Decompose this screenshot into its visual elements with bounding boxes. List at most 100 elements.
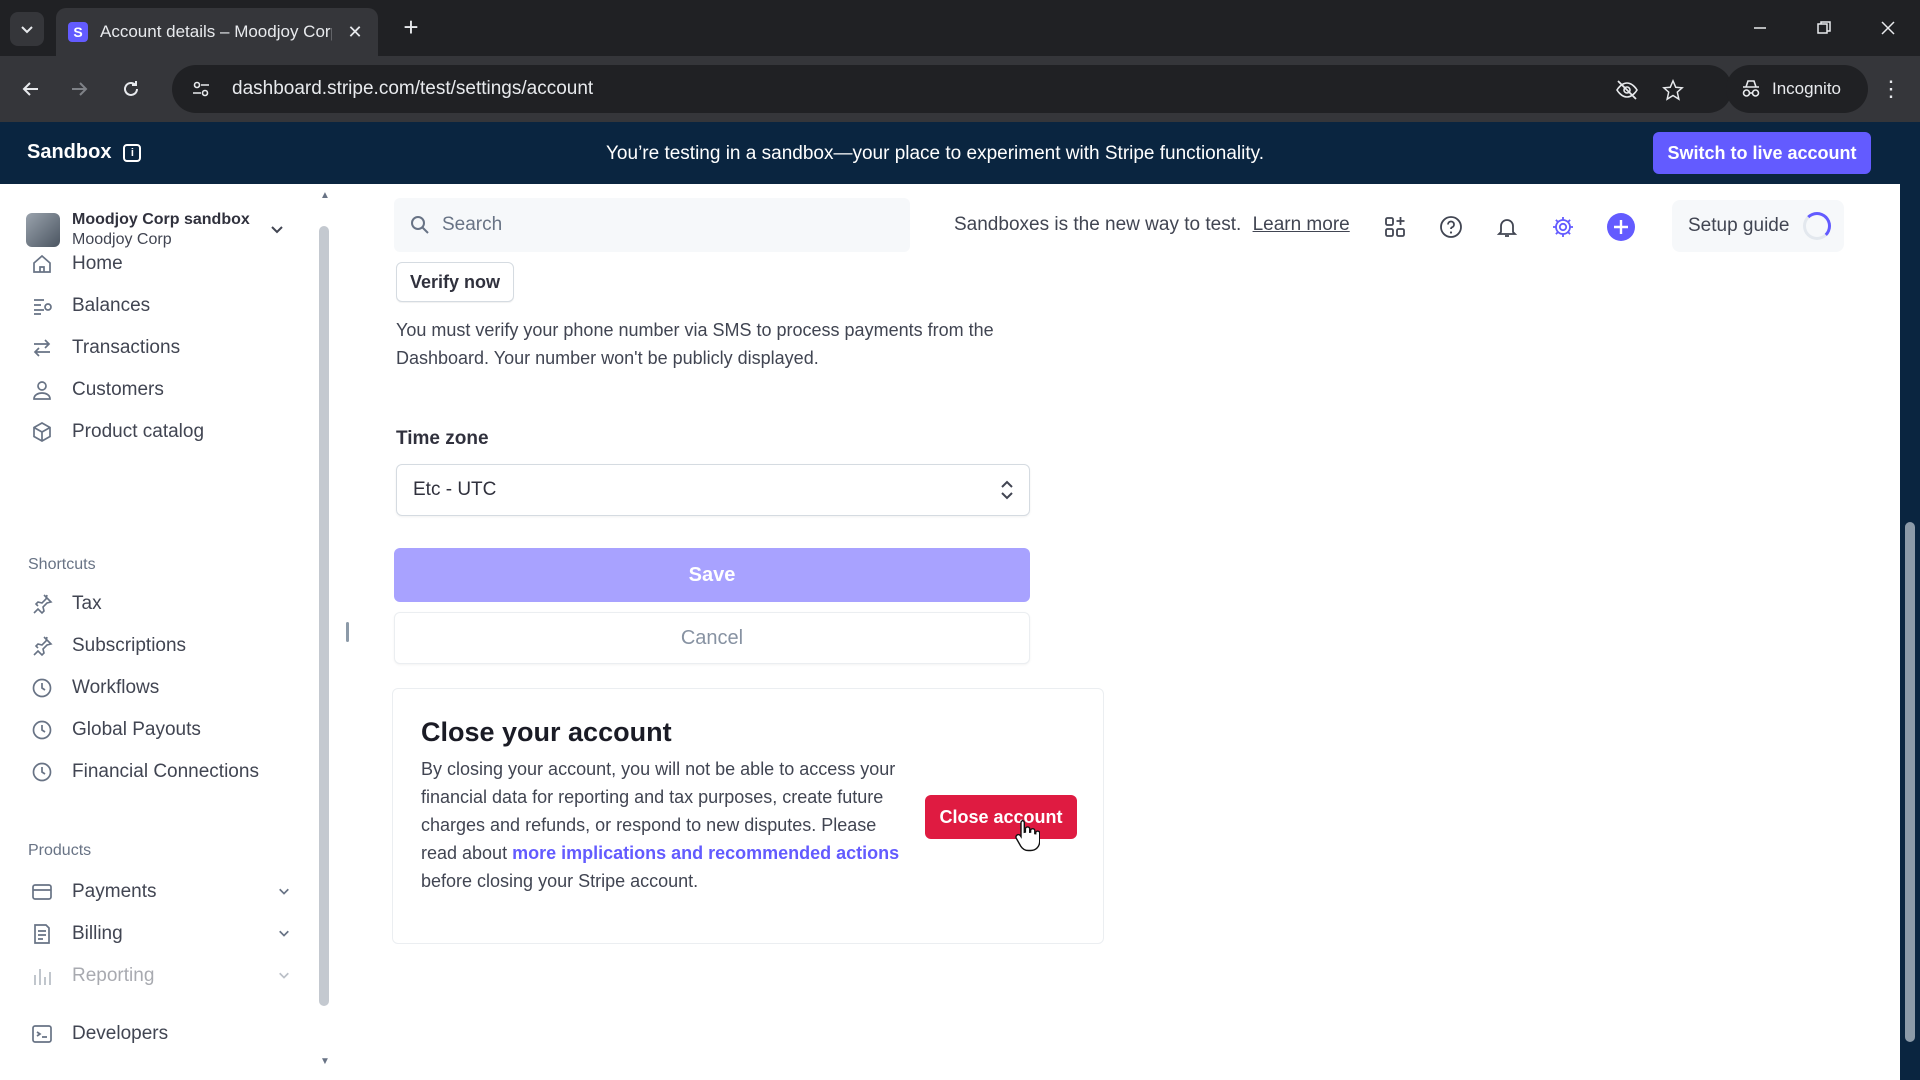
- products-heading: Products: [28, 842, 92, 859]
- sidebar-item-customers[interactable]: Customers: [30, 372, 290, 408]
- sidebar-item-transactions[interactable]: Transactions: [30, 330, 290, 366]
- bell-icon[interactable]: [1492, 212, 1522, 242]
- reload-icon[interactable]: [114, 72, 148, 106]
- info-icon[interactable]: i: [123, 143, 142, 162]
- sidebar-item-balances[interactable]: Balances: [30, 288, 290, 324]
- terminal-icon: [30, 1022, 54, 1046]
- sidebar-scroll-up-icon[interactable]: ▲: [320, 190, 330, 201]
- address-bar[interactable]: dashboard.stripe.com/test/settings/accou…: [172, 65, 1732, 113]
- verify-now-button[interactable]: Verify now: [396, 262, 514, 302]
- page-scrollbar[interactable]: [1900, 122, 1920, 1080]
- site-info-icon[interactable]: [188, 76, 214, 102]
- apps-add-icon[interactable]: [1380, 212, 1410, 242]
- clock-icon: [30, 718, 54, 742]
- sidebar-item-workflows[interactable]: Workflows: [30, 670, 290, 706]
- incognito-label: Incognito: [1772, 79, 1841, 98]
- window-close-icon[interactable]: [1868, 10, 1908, 46]
- page-scrollbar-thumb[interactable]: [1905, 522, 1915, 1042]
- implications-link[interactable]: more implications and recommended action…: [512, 843, 899, 863]
- sidebar: Moodjoy Corp sandbox Moodjoy Corp Home B…: [0, 184, 330, 1080]
- forward-icon[interactable]: [62, 72, 96, 106]
- sidebar-item-financial-connections[interactable]: Financial Connections: [30, 754, 290, 790]
- sidebar-item-product-catalog[interactable]: Product catalog: [30, 414, 290, 450]
- select-updown-icon: [999, 479, 1015, 507]
- sidebar-resize-handle[interactable]: [346, 622, 349, 642]
- sidebar-item-label: Transactions: [72, 337, 181, 358]
- home-icon: [30, 252, 54, 276]
- incognito-icon: [1742, 80, 1760, 97]
- sandbox-promo: Sandboxes is the new way to test. Learn …: [954, 214, 1350, 236]
- sidebar-item-tax[interactable]: Tax: [30, 586, 290, 622]
- sidebar-item-reporting[interactable]: Reporting: [30, 958, 290, 994]
- close-account-button[interactable]: Close account: [925, 795, 1077, 839]
- browser-menu-icon[interactable]: ⋮: [1876, 72, 1906, 106]
- learn-more-link[interactable]: Learn more: [1253, 214, 1350, 235]
- pin-icon: [30, 634, 54, 658]
- sidebar-item-subscriptions[interactable]: Subscriptions: [30, 628, 290, 664]
- progress-ring-icon: [1803, 212, 1832, 240]
- time-zone-label: Time zone: [396, 428, 489, 449]
- pin-icon: [30, 592, 54, 616]
- reporting-icon: [30, 964, 54, 988]
- sidebar-item-home[interactable]: Home: [30, 246, 290, 282]
- back-icon[interactable]: [14, 72, 48, 106]
- chevron-down-icon[interactable]: [278, 969, 290, 984]
- shortcuts-heading: Shortcuts: [28, 556, 96, 573]
- setup-guide-label: Setup guide: [1688, 215, 1790, 236]
- url-text: dashboard.stripe.com/test/settings/accou…: [232, 78, 594, 99]
- sandbox-banner: Sandbox i You’re testing in a sandbox—yo…: [0, 122, 1920, 184]
- phone-verify-help-text: You must verify your phone number via SM…: [396, 320, 994, 368]
- sidebar-item-label: Workflows: [72, 677, 160, 698]
- incognito-indicator[interactable]: Incognito: [1726, 65, 1868, 113]
- sidebar-item-label: Tax: [72, 593, 102, 614]
- sidebar-item-label: Customers: [72, 379, 164, 400]
- gear-icon[interactable]: [1548, 212, 1578, 242]
- sidebar-item-payments[interactable]: Payments: [30, 874, 290, 910]
- eye-off-icon[interactable]: [1612, 75, 1642, 105]
- browser-tab-active[interactable]: S Account details – Moodjoy Corp ✕: [56, 8, 378, 56]
- sidebar-scroll-down-icon[interactable]: ▼: [320, 1056, 330, 1067]
- help-icon[interactable]: [1436, 212, 1466, 242]
- sandbox-label: Sandbox i: [27, 141, 142, 164]
- chevron-down-icon[interactable]: [278, 927, 290, 942]
- stripe-favicon-icon: S: [68, 22, 88, 42]
- chevron-down-icon[interactable]: [278, 885, 290, 900]
- setup-guide-button[interactable]: Setup guide: [1672, 200, 1844, 252]
- bookmark-star-icon[interactable]: [1658, 75, 1688, 105]
- close-account-text-after: before closing your Stripe account.: [421, 871, 699, 891]
- minimize-icon[interactable]: [1740, 10, 1780, 46]
- time-zone-value: Etc - UTC: [413, 479, 497, 500]
- save-button[interactable]: Save: [394, 548, 1030, 602]
- sidebar-item-billing[interactable]: Billing: [30, 916, 290, 952]
- tab-title: Account details – Moodjoy Corp: [100, 22, 332, 41]
- clock-icon: [30, 676, 54, 700]
- search-input[interactable]: [442, 214, 882, 236]
- tab-search-button[interactable]: [10, 12, 44, 46]
- billing-icon: [30, 922, 54, 946]
- new-tab-button[interactable]: +: [396, 12, 426, 42]
- sidebar-item-label: Developers: [72, 1023, 169, 1044]
- sidebar-scrollbar[interactable]: [318, 206, 330, 1006]
- payments-icon: [30, 880, 54, 904]
- sidebar-item-label: Home: [72, 253, 123, 274]
- transactions-icon: [30, 336, 54, 360]
- switch-to-live-button[interactable]: Switch to live account: [1653, 132, 1871, 174]
- sidebar-item-label: Billing: [72, 923, 123, 944]
- sidebar-item-developers[interactable]: Developers: [30, 1016, 290, 1052]
- search-field[interactable]: [394, 198, 910, 252]
- balances-icon: [30, 294, 54, 318]
- sidebar-item-global-payouts[interactable]: Global Payouts: [30, 712, 290, 748]
- chevron-down-icon: [270, 222, 284, 239]
- sandbox-message: You’re testing in a sandbox—your place t…: [606, 143, 1264, 164]
- tab-close-icon[interactable]: ✕: [344, 22, 366, 43]
- sidebar-item-label: Payments: [72, 881, 157, 902]
- cancel-button[interactable]: Cancel: [394, 612, 1030, 664]
- account-name: Moodjoy Corp sandbox: [72, 211, 250, 228]
- restore-icon[interactable]: [1804, 10, 1844, 46]
- chevron-down-icon: [21, 26, 33, 34]
- close-account-description: By closing your account, you will not be…: [421, 755, 907, 895]
- time-zone-select[interactable]: Etc - UTC: [396, 464, 1030, 516]
- sidebar-item-label: Financial Connections: [72, 761, 259, 782]
- create-plus-icon[interactable]: [1606, 212, 1636, 242]
- sidebar-scrollbar-thumb[interactable]: [319, 226, 329, 1006]
